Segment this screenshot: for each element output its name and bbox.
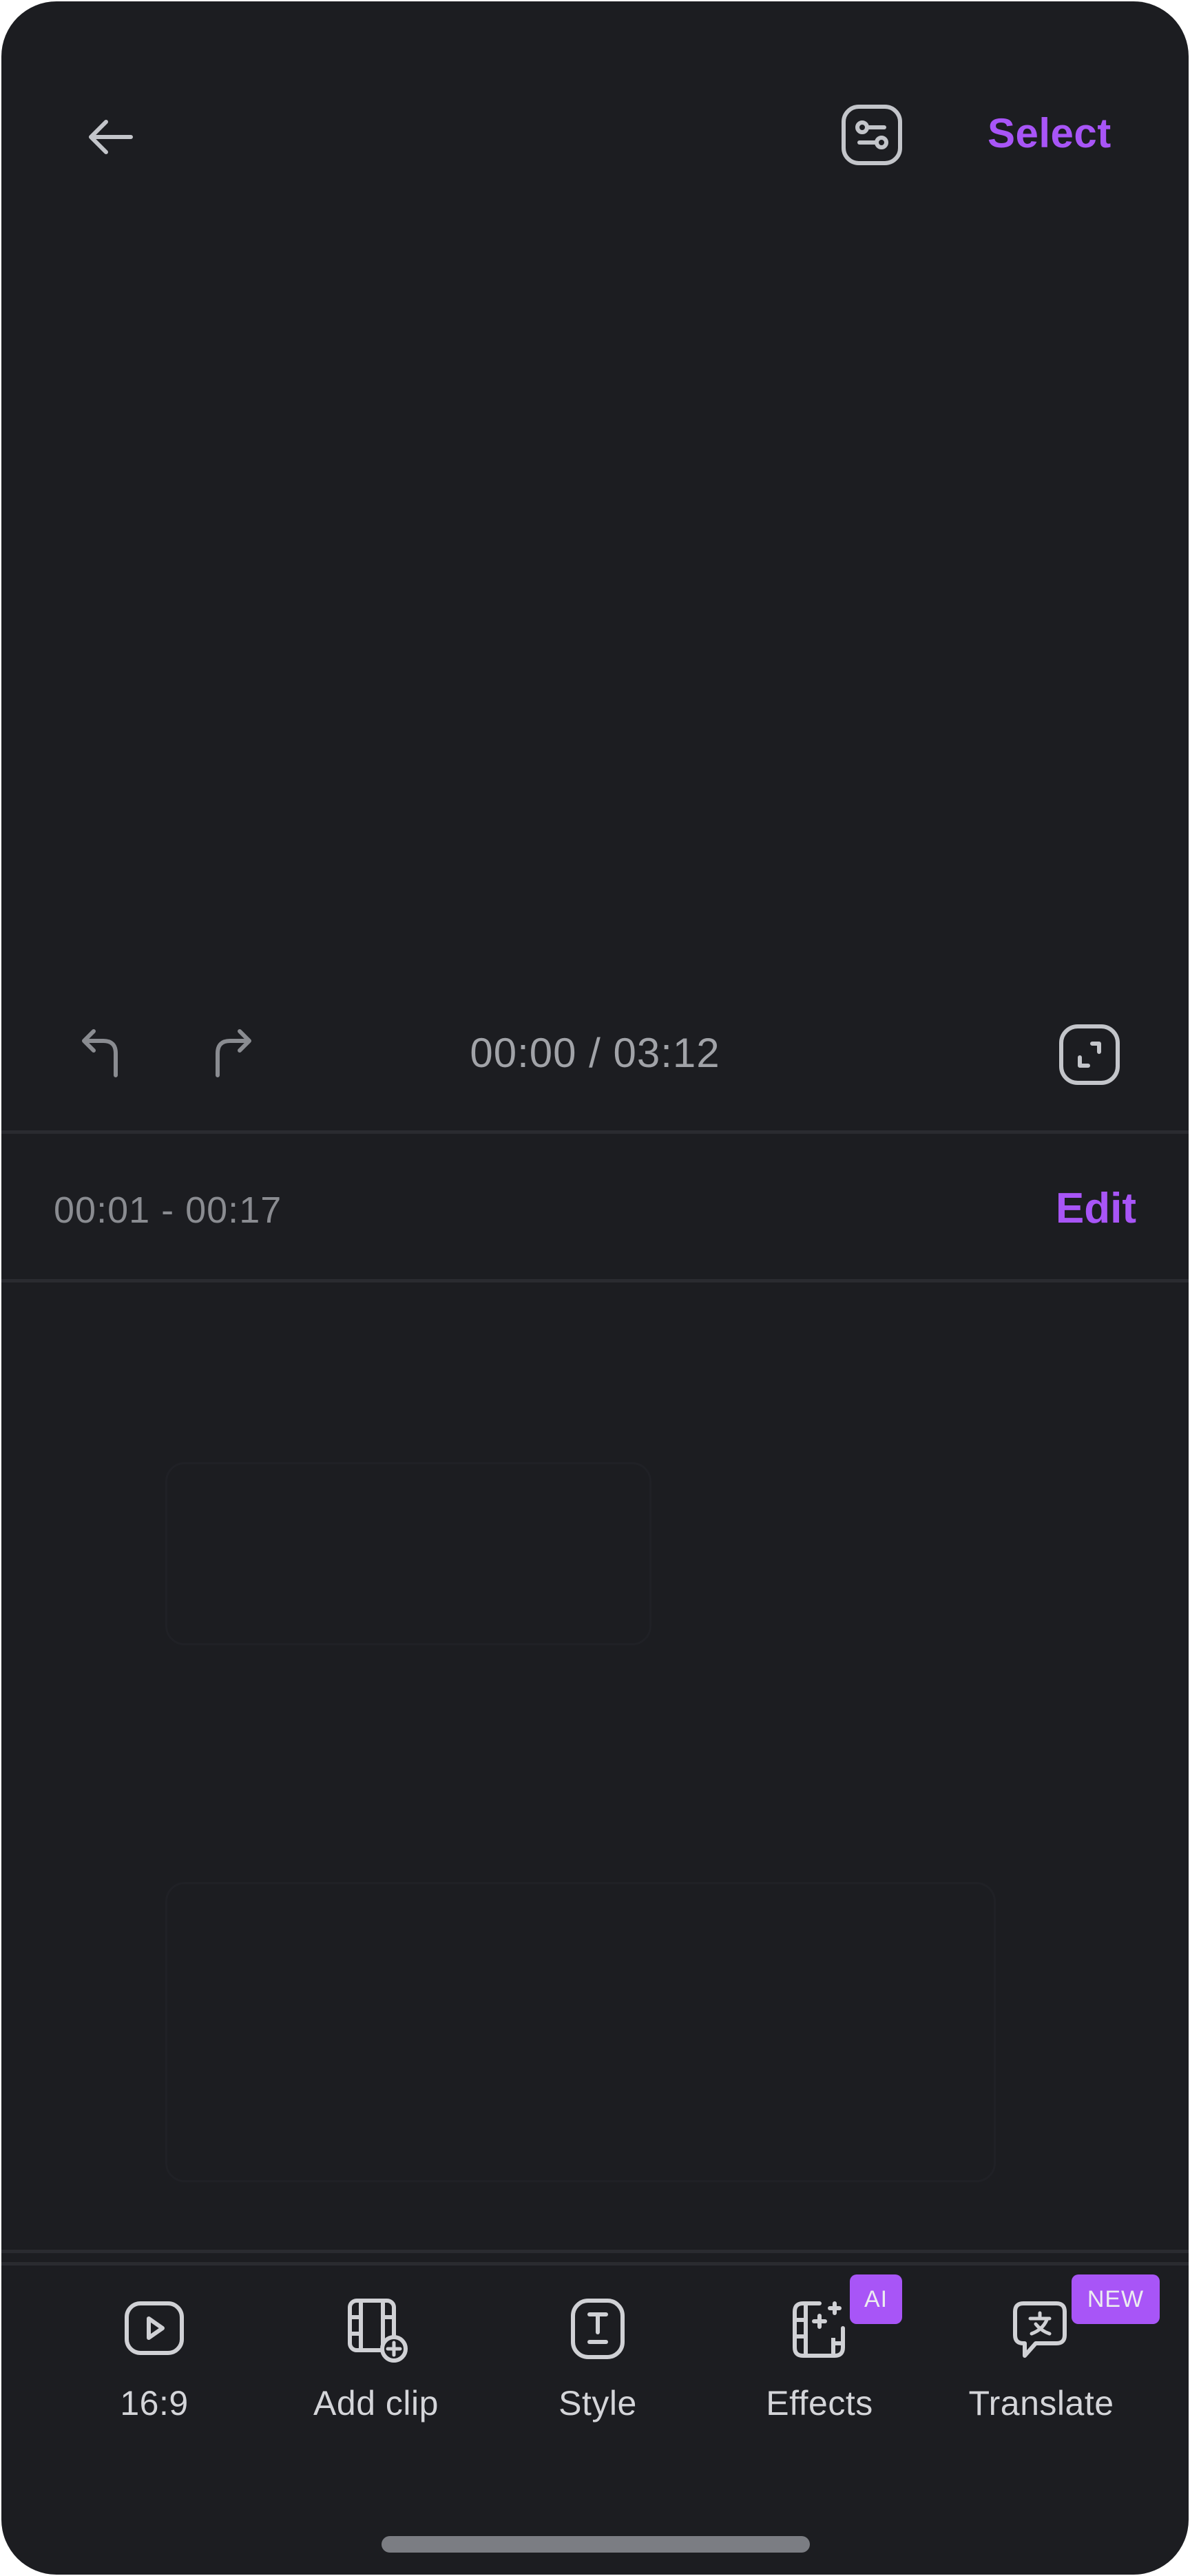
tool-add-clip[interactable]: Add clip — [286, 2294, 466, 2452]
fullscreen-button[interactable] — [1058, 1023, 1121, 1086]
tool-effects[interactable]: AI Effects — [730, 2274, 909, 2452]
adjust-button[interactable] — [840, 103, 904, 167]
video-preview[interactable] — [1, 208, 1189, 993]
tool-style[interactable]: Style — [508, 2294, 687, 2452]
fullscreen-icon — [1059, 1024, 1120, 1085]
back-button[interactable] — [83, 108, 140, 166]
divider — [1, 1279, 1189, 1282]
timeline-placeholder — [165, 1882, 996, 2182]
divider — [1, 2262, 1189, 2266]
translate-bubble-icon — [1007, 2294, 1076, 2363]
divider — [1, 1130, 1189, 1134]
ai-badge: AI — [850, 2274, 902, 2324]
sliders-icon — [842, 105, 902, 165]
home-indicator[interactable] — [382, 2536, 810, 2553]
tool-label: Effects — [766, 2384, 873, 2422]
edit-button[interactable]: Edit — [1056, 1180, 1136, 1238]
tool-label: Style — [559, 2384, 637, 2422]
tool-label: 16:9 — [120, 2384, 189, 2422]
tool-aspect-ratio[interactable]: 16:9 — [65, 2294, 244, 2452]
arrow-left-icon — [89, 120, 133, 154]
divider — [1, 2250, 1189, 2253]
film-sparkle-icon — [785, 2294, 854, 2363]
timeline-area[interactable] — [1, 1283, 1189, 2250]
timecode: 00:00 / 03:12 — [470, 1030, 720, 1076]
tool-label: Translate — [968, 2384, 1114, 2422]
new-badge: NEW — [1072, 2274, 1160, 2324]
timeline-placeholder — [165, 1462, 651, 1645]
tool-translate[interactable]: NEW Translate — [952, 2274, 1160, 2452]
select-button[interactable]: Select — [988, 105, 1111, 162]
tool-label: Add clip — [313, 2384, 439, 2422]
play-square-icon — [120, 2294, 189, 2363]
clip-time-range: 00:01 - 00:17 — [54, 1190, 282, 1231]
text-style-icon — [563, 2294, 632, 2363]
video-editor-screen: Select 00:00 / 03:12 00:01 - 00:17 Edit — [1, 1, 1189, 2575]
bottom-toolbar: 16:9 Add clip Style AI Effects NEW Trans… — [1, 2273, 1189, 2452]
film-add-icon — [342, 2294, 410, 2363]
